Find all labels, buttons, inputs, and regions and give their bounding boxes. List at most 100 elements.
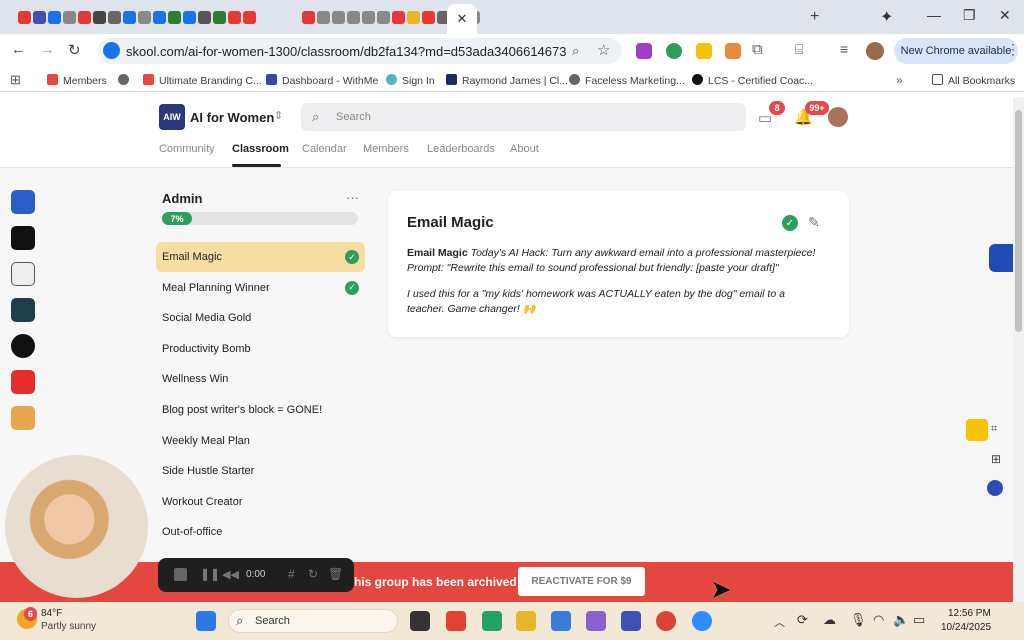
tab-favicon-icon[interactable] <box>243 10 256 24</box>
tab-favicon-icon[interactable] <box>422 10 435 24</box>
minimize-icon[interactable]: — <box>927 7 941 23</box>
tab-favicon-icon[interactable] <box>362 10 375 24</box>
new-tab-icon[interactable]: + <box>810 8 819 26</box>
bookmark-item[interactable]: LCS - Certified Coac... <box>692 74 813 87</box>
extensions-puzzle-icon[interactable]: ⧉ <box>752 41 763 58</box>
group-name[interactable]: AI for Women <box>190 110 274 125</box>
filter-icon[interactable] <box>966 419 988 441</box>
stop-icon[interactable] <box>174 568 187 581</box>
tab-favicon-icon[interactable] <box>213 10 226 24</box>
scrollbar-thumb[interactable] <box>1015 110 1022 332</box>
zoom-icon[interactable]: ⌕ <box>572 43 579 59</box>
hand-app-icon[interactable] <box>11 370 35 394</box>
bookmark-star-icon[interactable]: ☆ <box>597 41 610 59</box>
tab-classroom[interactable]: Classroom <box>232 143 289 155</box>
task-view-icon[interactable] <box>410 611 430 631</box>
tab-members[interactable]: Members <box>363 143 409 155</box>
extension-icon[interactable] <box>666 43 682 59</box>
avatar[interactable] <box>828 107 848 127</box>
extension-icon[interactable] <box>636 43 652 59</box>
tab-favicon-icon[interactable] <box>153 10 166 24</box>
tab-favicon-icon[interactable] <box>347 10 360 24</box>
volume-icon[interactable]: 🔈 <box>893 612 909 628</box>
globe-icon[interactable] <box>118 74 129 85</box>
reload-icon[interactable]: ↻ <box>68 41 81 59</box>
group-switcher-icon[interactable]: ⇕ <box>274 109 283 122</box>
tab-favicon-icon[interactable] <box>18 10 31 24</box>
lesson-item[interactable]: Productivity Bomb <box>156 334 365 364</box>
lesson-item[interactable]: Side Hustle Starter <box>156 456 365 486</box>
grid-icon[interactable]: # <box>288 567 295 581</box>
restart-icon[interactable]: ↻ <box>308 567 318 581</box>
url-text[interactable]: skool.com/ai-for-women-1300/classroom/db… <box>126 44 566 59</box>
chrome-icon[interactable] <box>656 611 676 631</box>
bookmark-item[interactable]: Dashboard - WithMe <box>266 74 378 87</box>
tab-favicon-icon[interactable] <box>407 10 420 24</box>
tab-favicon-icon[interactable] <box>48 10 61 24</box>
bookmark-item[interactable]: Ultimate Branding C... <box>143 74 262 87</box>
store-icon[interactable] <box>621 611 641 631</box>
lesson-item[interactable]: Out-of-office <box>156 517 365 547</box>
tab-favicon-icon[interactable] <box>332 10 345 24</box>
tab-favicon-icon[interactable] <box>108 10 121 24</box>
tab-favicon-icon[interactable] <box>183 10 196 24</box>
clock-date[interactable]: 10/24/2025 <box>941 622 991 633</box>
bookmark-item[interactable]: Raymond James | Cl... <box>446 74 568 87</box>
bot-icon[interactable] <box>987 480 1003 496</box>
tab-favicon-icon[interactable] <box>302 10 315 24</box>
zoom-icon[interactable] <box>692 611 712 631</box>
lesson-item[interactable]: Meal Planning Winner ✓ <box>156 273 365 303</box>
lesson-item[interactable]: Workout Creator <box>156 487 365 517</box>
tab-favicon-icon[interactable] <box>93 10 106 24</box>
cloud-icon[interactable]: ☁ <box>823 612 836 628</box>
gmail-icon[interactable] <box>446 611 466 631</box>
edit-pencil-icon[interactable]: ✎ <box>808 214 820 231</box>
shield-app-icon[interactable] <box>11 334 35 358</box>
pause-icon[interactable]: ❚❚ <box>200 567 220 581</box>
tab-favicon-icon[interactable] <box>33 10 46 24</box>
site-info-icon[interactable] <box>103 42 120 59</box>
tab-favicon-icon[interactable] <box>63 10 76 24</box>
lesson-item[interactable]: Social Media Gold <box>156 303 365 333</box>
clock-time[interactable]: 12:56 PM <box>948 608 991 619</box>
tab-favicon-icon[interactable] <box>377 10 390 24</box>
app-icon[interactable] <box>551 611 571 631</box>
back-icon[interactable]: ← <box>11 41 26 58</box>
group-logo[interactable]: AIW <box>159 104 185 130</box>
all-bookmarks-button[interactable]: All Bookmarks <box>932 74 1015 87</box>
battery-icon[interactable]: ▭ <box>913 612 925 628</box>
active-tab-close-icon[interactable]: ✕ <box>447 4 477 34</box>
lesson-item[interactable]: Weekly Meal Plan <box>156 426 365 456</box>
file-explorer-icon[interactable] <box>516 611 536 631</box>
lesson-item[interactable]: Email Magic ✓ <box>156 242 365 272</box>
tab-favicon-icon[interactable] <box>392 10 405 24</box>
close-window-icon[interactable]: ✕ <box>999 7 1011 24</box>
trash-icon[interactable]: 🗑 <box>328 567 343 581</box>
media-control-icon[interactable]: ≡ <box>840 41 848 57</box>
copilot-icon[interactable] <box>586 611 606 631</box>
tab-calendar[interactable]: Calendar <box>302 143 347 155</box>
forward-icon[interactable]: → <box>40 41 55 58</box>
sync-icon[interactable]: ⟳ <box>797 612 808 628</box>
key-app-icon[interactable] <box>11 226 35 250</box>
tab-favicon-icon[interactable] <box>168 10 181 24</box>
wifi-icon[interactable]: ◠ <box>873 612 884 628</box>
maximize-icon[interactable]: ❐ <box>963 7 976 24</box>
gemini-icon[interactable]: ✦ <box>880 7 893 27</box>
bookmark-item[interactable]: Sign In <box>386 74 435 87</box>
apps-grid-icon[interactable]: ⊞ <box>10 72 21 88</box>
tab-about[interactable]: About <box>510 143 539 155</box>
more-bookmarks-icon[interactable]: » <box>896 73 903 87</box>
more-options-icon[interactable]: ··· <box>346 190 359 205</box>
tab-search-icon[interactable]: ⌸ <box>795 41 803 58</box>
newspaper-app-icon[interactable] <box>11 262 35 286</box>
tray-chevron-icon[interactable]: ︿ <box>774 614 785 630</box>
orbit-app-icon[interactable] <box>11 298 35 322</box>
floating-widget-icon[interactable] <box>989 244 1013 272</box>
extension-icon[interactable] <box>696 43 712 59</box>
grid-icon[interactable]: ⊞ <box>991 452 1001 466</box>
tab-community[interactable]: Community <box>159 143 215 155</box>
chrome-menu-icon[interactable]: ⋮ <box>1006 41 1020 58</box>
bookmark-item[interactable]: Faceless Marketing... <box>569 74 685 87</box>
pen-app-icon[interactable] <box>11 190 35 214</box>
